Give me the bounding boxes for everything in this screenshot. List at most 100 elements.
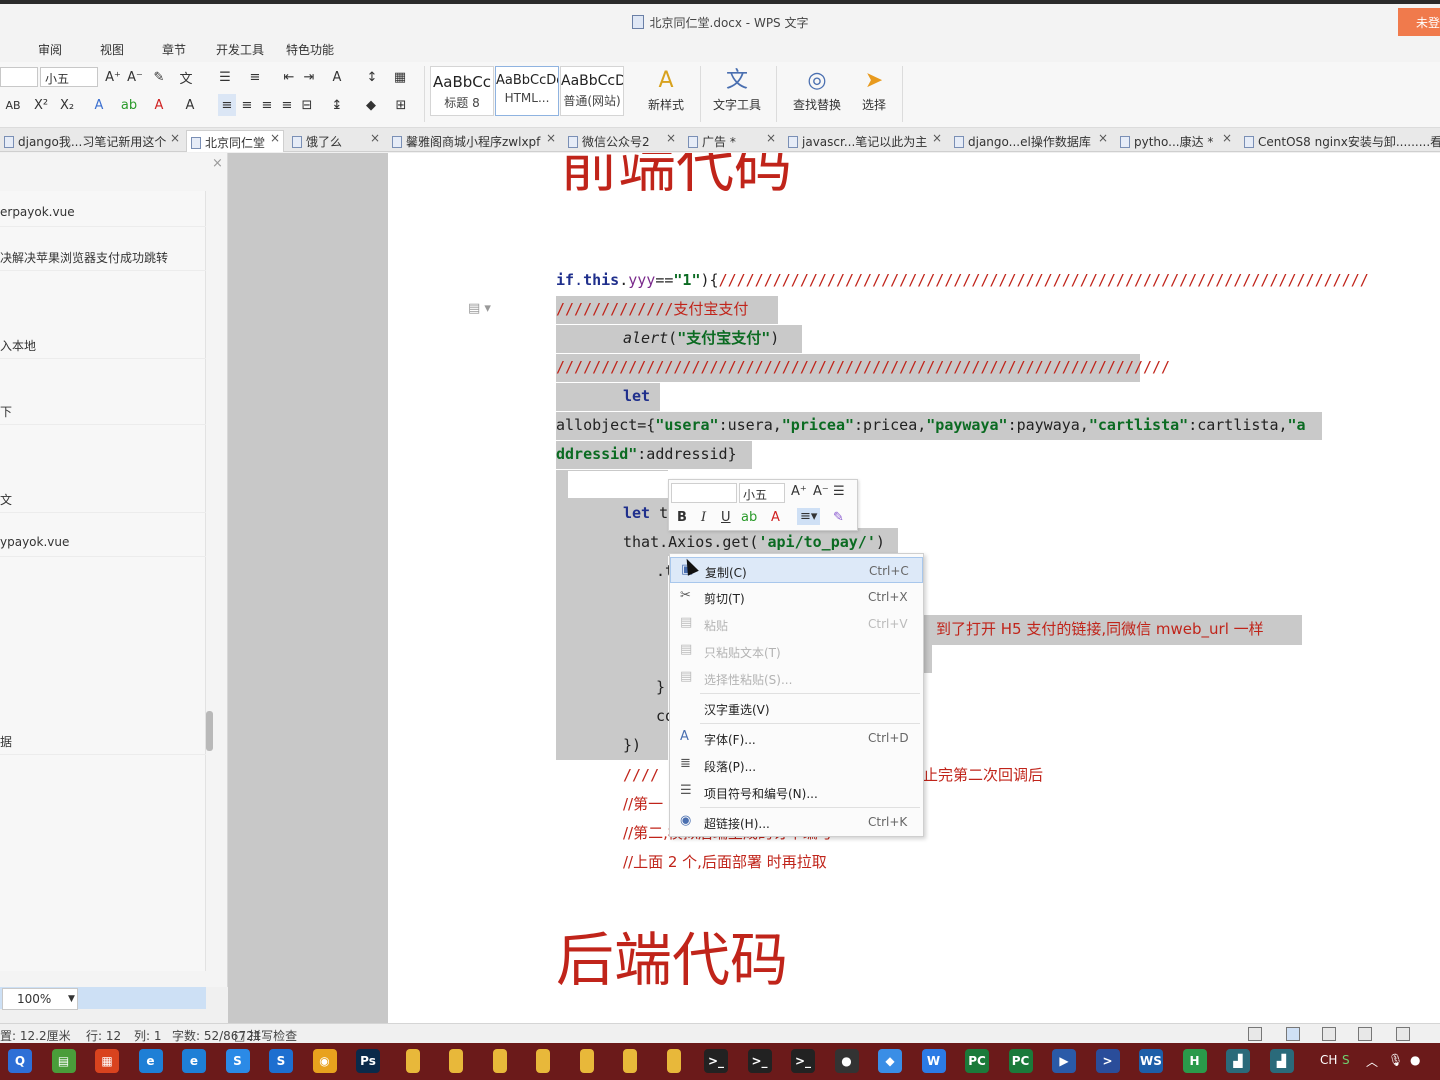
tray-language[interactable]: CH [1320,1053,1337,1067]
folder-icon[interactable] [623,1049,637,1073]
text-direction-icon[interactable]: A [326,66,348,88]
tab-wechat-official[interactable]: 微信公众号2 [564,130,676,152]
tab-close-icon[interactable]: × [370,131,380,145]
tab-javascript-notes[interactable]: javascr...笔记以此为主 [784,130,944,152]
select-button[interactable]: ➤ 选择 [854,66,894,113]
paragraph-mark-icon[interactable]: ▤ ▾ [468,301,491,316]
mini-font-size-select[interactable]: 小五 [739,483,785,503]
italic-button[interactable]: I [701,510,706,525]
tab-python-kangda[interactable]: pytho...康达 * [1116,130,1226,152]
highlight-icon[interactable]: ab [118,94,140,116]
highlight-icon[interactable]: ab [741,510,757,525]
tab-close-icon[interactable]: × [546,131,556,145]
folder-icon[interactable] [536,1049,550,1073]
mini-font-name-select[interactable] [671,483,737,503]
underline-button[interactable]: U [721,510,731,525]
zoom-select[interactable]: 100% [2,988,78,1010]
powershell-icon[interactable]: > [1095,1049,1120,1073]
strikethrough-icon[interactable]: AB [0,94,26,116]
style-normal-web[interactable]: AaBbCcD 普通(网站) [560,66,624,116]
font-color-icon[interactable]: A [148,94,170,116]
line-spacing-icon[interactable]: ↨ [326,94,348,116]
menu-hyperlink[interactable]: ◉ 超链接(H)... Ctrl+K [670,809,923,835]
vm-icon[interactable]: ▟ [1226,1049,1250,1073]
login-button[interactable]: 未登 [1398,8,1440,36]
menu-review[interactable]: 审阅 [38,41,62,58]
chrome-icon[interactable]: ◉ [312,1049,337,1073]
borders-icon[interactable]: ⊞ [390,94,412,116]
char-shading-icon[interactable]: A [180,94,200,116]
folder-icon[interactable] [492,1049,507,1073]
distribute-icon[interactable]: ⊟ [298,94,316,116]
menu-copy[interactable]: ▣ 复制(C) Ctrl+C [670,557,923,583]
terminal-icon[interactable]: >_ [704,1049,728,1073]
tab-close-icon[interactable]: × [766,131,776,145]
nav-item[interactable]: 下 [0,403,206,425]
web-view-icon[interactable] [1358,1027,1372,1041]
tray-chevron-icon[interactable]: ︿ [1366,1053,1378,1070]
table-icon[interactable]: ▦ [390,66,410,88]
nav-item[interactable]: 入本地 [0,337,206,359]
reading-view-icon[interactable] [1396,1027,1410,1041]
folder-icon[interactable] [449,1049,463,1073]
obs-icon[interactable]: ● [834,1049,859,1073]
nav-item[interactable]: 文 [0,491,206,513]
text-tool-button[interactable]: 文 文字工具 [706,66,768,113]
shrink-font-icon[interactable]: A⁻ [813,484,829,499]
microphone-icon[interactable]: 🎙 [1388,1053,1403,1067]
numbering-icon[interactable]: ≡ [244,66,266,88]
outline-view-icon[interactable] [1322,1027,1336,1041]
align-icon[interactable]: ≡▾ [797,508,821,525]
shading-icon[interactable]: ◆ [360,94,382,116]
close-icon[interactable]: × [212,156,223,171]
text-effect-icon[interactable]: A [88,94,110,116]
tab-close-icon[interactable]: × [932,131,942,145]
menu-developer[interactable]: 开发工具 [216,41,264,58]
nav-item[interactable]: 据 [0,733,206,755]
ie2-icon[interactable]: e [182,1049,206,1073]
ie-icon[interactable]: e [138,1049,163,1073]
tab-close-icon[interactable]: × [1098,131,1108,145]
office-icon[interactable]: ▦ [95,1049,119,1073]
align-right-icon[interactable]: ≡ [258,94,276,116]
font-name-select[interactable] [0,67,38,87]
align-center-icon[interactable]: ≡ [238,94,256,116]
bullets-icon[interactable]: ☰ [214,66,236,88]
format-painter-icon[interactable]: ✎ [833,510,844,525]
font-size-select[interactable]: 小五 [40,67,98,87]
grow-font-icon[interactable]: A⁺ [104,66,122,88]
folder-icon[interactable] [666,1049,681,1073]
tab-eleme[interactable]: 饿了么 [288,130,378,152]
tab-close-icon[interactable]: × [170,131,180,145]
folder-icon[interactable] [405,1049,420,1073]
sogou-tray-icon[interactable]: S [1342,1053,1350,1067]
nav-item[interactable]: 决解决苹果浏览器支付成功跳转 [0,249,206,271]
bold-button[interactable]: B [677,510,687,525]
page-view-icon[interactable] [1286,1027,1300,1041]
menu-paragraph[interactable]: ≣ 段落(P)... [670,752,923,778]
photoshop-icon[interactable]: Ps [356,1049,380,1073]
tab-django-db[interactable]: django...el操作数据库 [950,130,1110,152]
menu-paste-text-only[interactable]: ▤ 只粘贴文本(T) [670,638,923,664]
vm-icon[interactable]: ▟ [1269,1049,1294,1073]
justify-icon[interactable]: ≡ [278,94,296,116]
find-replace-button[interactable]: ◎ 查找替换 [786,66,848,113]
menu-paste-special[interactable]: ▤ 选择性粘贴(S)... [670,665,923,691]
style-heading8[interactable]: AaBbCc 标题 8 [430,66,494,116]
menu-view[interactable]: 视图 [100,41,124,58]
menu-paste[interactable]: ▤ 粘贴 Ctrl+V [670,611,923,637]
decrease-indent-icon[interactable]: ⇤ [280,66,298,88]
superscript-icon[interactable]: X² [32,94,50,116]
sogou-icon[interactable]: S [269,1049,293,1073]
subscript-icon[interactable]: X₂ [58,94,76,116]
new-style-button[interactable]: A 新样式 [640,66,692,113]
tab-django-notes[interactable]: django我...习笔记新用这个 [0,130,182,152]
increase-indent-icon[interactable]: ⇥ [300,66,318,88]
terminal-icon[interactable]: >_ [791,1049,815,1073]
status-spellcheck[interactable]: □ 拼写检查 [234,1027,297,1044]
nav-item[interactable]: ypayok.vue [0,535,206,557]
hbuilder-icon[interactable]: H [1182,1049,1207,1073]
nav-scrollbar[interactable] [206,711,213,751]
tab-close-icon[interactable]: × [1222,131,1232,145]
shrink-font-icon[interactable]: A⁻ [126,66,144,88]
